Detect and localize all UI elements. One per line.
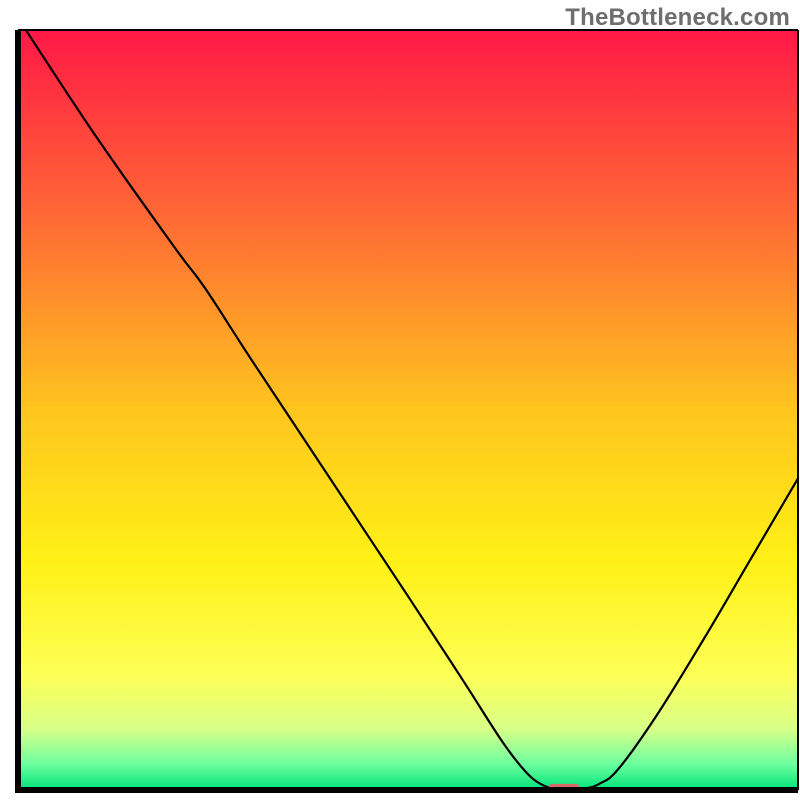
bottleneck-chart	[0, 0, 800, 800]
chart-frame: TheBottleneck.com	[0, 0, 800, 800]
watermark-text: TheBottleneck.com	[565, 4, 790, 32]
